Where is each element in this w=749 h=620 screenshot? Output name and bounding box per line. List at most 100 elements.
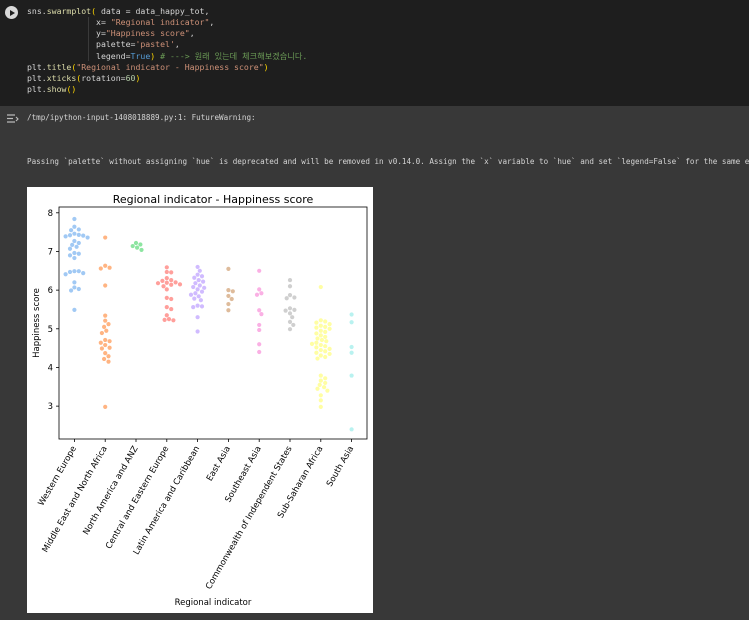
swarm-point xyxy=(257,268,262,273)
swarm-point xyxy=(257,342,262,347)
swarm-point xyxy=(98,340,103,345)
code-line: palette='pastel', xyxy=(27,39,307,50)
code-line: sns.swarmplot( data = data_happy_tot, xyxy=(27,6,307,17)
swarm-point xyxy=(106,322,111,327)
code-line: plt.title("Regional indicator - Happines… xyxy=(27,62,307,73)
code-token: palette= xyxy=(96,39,136,50)
x-tick-label: North America and ANZ xyxy=(81,444,140,537)
code-token: "Regional indicator" xyxy=(110,17,210,28)
swarm-point xyxy=(70,242,75,247)
swarm-point xyxy=(323,324,328,329)
swarm-point xyxy=(327,346,332,352)
swarm-point xyxy=(323,380,328,386)
swarm-point xyxy=(257,308,262,313)
swarm-point xyxy=(67,269,73,275)
swarm-point xyxy=(314,340,319,345)
code-token: ) xyxy=(263,61,269,72)
swarm-point xyxy=(196,277,201,283)
swarm-point xyxy=(259,312,264,317)
swarm-point xyxy=(315,336,320,341)
swarm-point xyxy=(318,347,323,353)
swarm-point xyxy=(76,269,81,274)
swarm-point xyxy=(315,386,320,391)
x-axis-label: Regional indicator xyxy=(175,598,252,608)
swarm-point xyxy=(292,295,297,300)
swarm-point xyxy=(133,240,139,246)
swarm-point xyxy=(318,404,323,410)
swarm-point xyxy=(287,319,293,324)
swarm-point xyxy=(198,298,203,303)
run-cell-button[interactable] xyxy=(5,6,18,19)
swarm-point xyxy=(195,329,200,334)
swarm-point xyxy=(164,287,169,292)
swarm-point xyxy=(257,349,262,355)
swarm-point xyxy=(226,288,231,293)
swarm-point xyxy=(327,322,332,327)
swarm-point xyxy=(72,285,77,290)
swarm-point xyxy=(130,243,135,249)
swarm-point xyxy=(67,246,73,251)
y-axis-label: Happiness score xyxy=(32,288,42,358)
code-line: plt.show() xyxy=(27,84,307,95)
swarm-point xyxy=(314,325,319,330)
swarmplot-figure: Regional indicator - Happiness score 3 4 5 6… xyxy=(27,187,373,613)
swarm-point xyxy=(226,293,231,299)
swarm-point xyxy=(314,331,319,336)
swarm-point xyxy=(72,231,77,236)
swarm-point xyxy=(309,341,315,346)
swarm-point xyxy=(349,350,354,355)
swarm-point xyxy=(193,281,198,286)
swarm-point xyxy=(164,313,169,318)
code-token: "Regional indicator - Happiness score" xyxy=(76,61,264,72)
swarm-point xyxy=(197,268,202,273)
swarm-point xyxy=(195,272,200,277)
swarm-point xyxy=(199,304,205,309)
swarm-point xyxy=(74,244,79,249)
swarm-point xyxy=(104,328,109,333)
swarm-point xyxy=(169,296,174,302)
swarm-point xyxy=(259,291,264,296)
swarm-point xyxy=(63,272,68,277)
output-toggle-icon[interactable] xyxy=(6,113,19,124)
swarm-point xyxy=(67,233,73,238)
swarm-point xyxy=(349,312,354,317)
swarm-point xyxy=(103,283,108,288)
swarm-point xyxy=(318,284,323,290)
swarm-point xyxy=(164,269,169,275)
swarm-point xyxy=(349,427,354,432)
code-token: () xyxy=(66,83,77,94)
chart-title: Regional indicator - Happiness score xyxy=(113,193,314,206)
swarm-point xyxy=(327,351,332,357)
swarm-point xyxy=(226,266,231,271)
swarm-point xyxy=(195,315,200,320)
swarm-point xyxy=(155,281,161,286)
swarm-point xyxy=(107,339,112,344)
code-token: plt. xyxy=(27,61,47,72)
swarm-point xyxy=(318,333,323,338)
swarmplot-chart: Regional indicator - Happiness score 3 4 5 6… xyxy=(32,193,368,608)
swarm-point xyxy=(191,284,196,290)
swarm-point xyxy=(161,284,166,289)
swarm-point xyxy=(323,344,328,349)
swarm-point xyxy=(162,317,167,323)
code-cell[interactable]: sns.swarmplot( data = data_happy_tot, x=… xyxy=(0,0,749,106)
code-token: rotation= xyxy=(81,72,126,83)
swarm-point xyxy=(164,295,169,300)
swarm-point xyxy=(76,286,81,292)
swarm-point xyxy=(67,253,73,258)
code-token: swarmplot xyxy=(46,6,92,16)
swarm-point xyxy=(81,233,86,238)
swarm-point xyxy=(164,280,169,285)
swarm-point xyxy=(226,308,231,313)
swarm-point xyxy=(195,303,200,308)
swarm-point xyxy=(318,353,323,358)
swarm-point xyxy=(230,289,235,294)
swarm-point xyxy=(177,282,183,287)
swarm-point xyxy=(164,276,169,281)
y-tick-label: 8 xyxy=(48,209,53,219)
swarm-point xyxy=(69,228,74,233)
swarm-point xyxy=(192,275,197,280)
code-editor[interactable]: sns.swarmplot( data = data_happy_tot, x=… xyxy=(27,6,307,95)
